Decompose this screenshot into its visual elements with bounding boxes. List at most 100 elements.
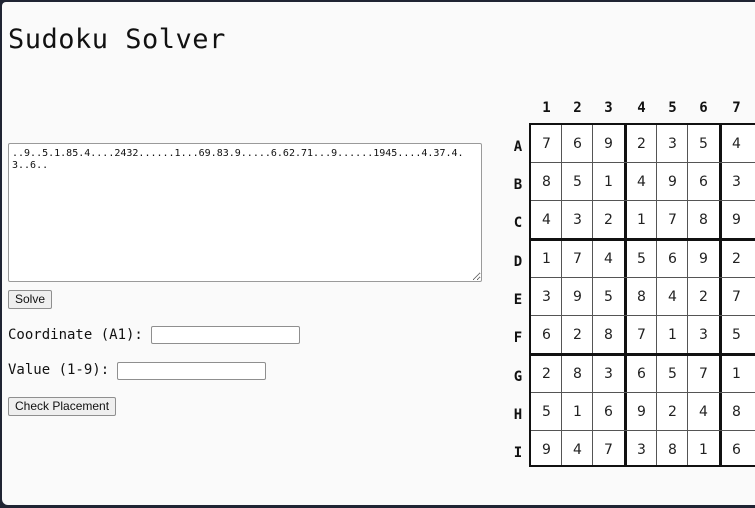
- grid-cell-A5: 3: [668, 136, 677, 152]
- grid-cell-I3: 7: [604, 442, 613, 458]
- row-header-A: A: [513, 139, 523, 155]
- grid-cell-C1: 4: [542, 212, 551, 228]
- grid-cell-B7: 3: [732, 174, 741, 190]
- grid-cell-A2: 6: [573, 136, 582, 152]
- grid-cell-C2: 3: [573, 212, 582, 228]
- grid-vertical-line: [624, 125, 627, 465]
- check-placement-button[interactable]: Check Placement: [8, 397, 117, 416]
- grid-horizontal-line: [531, 353, 755, 356]
- grid-cell-I2: 4: [573, 442, 582, 458]
- grid-cell-B2: 5: [573, 174, 582, 190]
- grid-horizontal-line: [531, 200, 755, 201]
- grid-vertical-line: [687, 125, 688, 465]
- grid-cell-A1: 7: [542, 136, 551, 152]
- column-header-2: 2: [573, 100, 582, 116]
- grid-horizontal-line: [531, 392, 755, 393]
- grid-cell-A7: 4: [732, 136, 741, 152]
- row-header-F: F: [513, 330, 523, 346]
- grid-cell-C7: 9: [732, 212, 741, 228]
- row-header-D: D: [513, 254, 523, 270]
- grid-cell-E4: 8: [637, 289, 646, 305]
- grid-cell-F6: 3: [699, 327, 708, 343]
- grid-cell-G5: 5: [668, 366, 677, 382]
- grid-horizontal-line: [531, 430, 755, 431]
- grid-cell-G4: 6: [637, 366, 646, 382]
- grid-cell-F4: 7: [637, 327, 646, 343]
- column-header-6: 6: [699, 100, 708, 116]
- row-header-E: E: [513, 292, 523, 308]
- row-header-B: B: [513, 177, 523, 193]
- sudoku-grid: 7 6 9 2 3 5 4 8 5 1 4 9 6 3 4 3 2 1 7 8 9 1 7 4 5 6 9 2 3 9 5 8 4 2 7 6 2 8 7 1…: [529, 123, 755, 467]
- grid-cell-H2: 1: [573, 404, 582, 420]
- grid-vertical-line: [656, 125, 657, 465]
- grid-cell-B3: 1: [604, 174, 613, 190]
- coordinate-label: Coordinate (A1):: [8, 327, 143, 343]
- grid-cell-D6: 9: [699, 251, 708, 267]
- column-header-4: 4: [637, 100, 646, 116]
- grid-cell-E2: 9: [573, 289, 582, 305]
- grid-cell-D4: 5: [637, 251, 646, 267]
- grid-cell-H5: 2: [668, 404, 677, 420]
- grid-vertical-line: [592, 125, 593, 465]
- grid-cell-H1: 5: [542, 404, 551, 420]
- grid-cell-C6: 8: [699, 212, 708, 228]
- value-input[interactable]: [117, 362, 266, 380]
- puzzle-input[interactable]: ..9..5.1.85.4....2432......1...69.83.9..…: [8, 143, 482, 282]
- grid-horizontal-line: [531, 238, 755, 241]
- grid-cell-H7: 8: [732, 404, 741, 420]
- grid-cell-G1: 2: [542, 366, 551, 382]
- grid-horizontal-line: [531, 162, 755, 163]
- grid-cell-E7: 7: [732, 289, 741, 305]
- grid-cell-H3: 6: [604, 404, 613, 420]
- row-header-C: C: [513, 215, 523, 231]
- grid-vertical-line: [561, 125, 562, 465]
- grid-cell-E5: 4: [668, 289, 677, 305]
- column-header-3: 3: [604, 100, 613, 116]
- grid-cell-E6: 2: [699, 289, 708, 305]
- page: Sudoku Solver ..9..5.1.85.4....2432.....…: [2, 2, 755, 505]
- grid-cell-E3: 5: [604, 289, 613, 305]
- grid-cell-F7: 5: [732, 327, 741, 343]
- grid-cell-C5: 7: [668, 212, 677, 228]
- grid-cell-G7: 1: [732, 366, 741, 382]
- column-header-1: 1: [542, 100, 551, 116]
- grid-cell-A3: 9: [604, 136, 613, 152]
- column-header-5: 5: [668, 100, 677, 116]
- value-label: Value (1-9):: [8, 362, 110, 378]
- grid-cell-A4: 2: [637, 136, 646, 152]
- coordinate-input[interactable]: [151, 326, 300, 344]
- grid-horizontal-line: [531, 315, 755, 316]
- grid-cell-D5: 6: [668, 251, 677, 267]
- grid-cell-D3: 4: [604, 251, 613, 267]
- grid-cell-I7: 6: [732, 442, 741, 458]
- grid-cell-B1: 8: [542, 174, 551, 190]
- grid-cell-G2: 8: [573, 366, 582, 382]
- row-header-H: H: [513, 407, 523, 423]
- row-header-G: G: [513, 369, 523, 385]
- grid-cell-E1: 3: [542, 289, 551, 305]
- grid-cell-F1: 6: [542, 327, 551, 343]
- column-header-7: 7: [732, 100, 741, 116]
- grid-cell-D7: 2: [732, 251, 741, 267]
- grid-cell-H4: 9: [637, 404, 646, 420]
- grid-horizontal-line: [531, 277, 755, 278]
- grid-cell-I6: 1: [699, 442, 708, 458]
- grid-cell-C3: 2: [604, 212, 613, 228]
- grid-cell-B6: 6: [699, 174, 708, 190]
- grid-cell-D2: 7: [573, 251, 582, 267]
- grid-cell-I4: 3: [637, 442, 646, 458]
- grid-cell-C4: 1: [637, 212, 646, 228]
- grid-cell-F5: 1: [668, 327, 677, 343]
- grid-cell-A6: 5: [699, 136, 708, 152]
- grid-cell-F2: 2: [573, 327, 582, 343]
- solve-button[interactable]: Solve: [8, 290, 53, 309]
- grid-cell-H6: 4: [699, 404, 708, 420]
- row-header-I: I: [513, 445, 523, 461]
- grid-cell-I1: 9: [542, 442, 551, 458]
- page-title: Sudoku Solver: [8, 24, 226, 55]
- grid-cell-B5: 9: [668, 174, 677, 190]
- grid-vertical-line: [719, 125, 722, 465]
- grid-cell-D1: 1: [542, 251, 551, 267]
- grid-cell-G6: 7: [699, 366, 708, 382]
- grid-cell-F3: 8: [604, 327, 613, 343]
